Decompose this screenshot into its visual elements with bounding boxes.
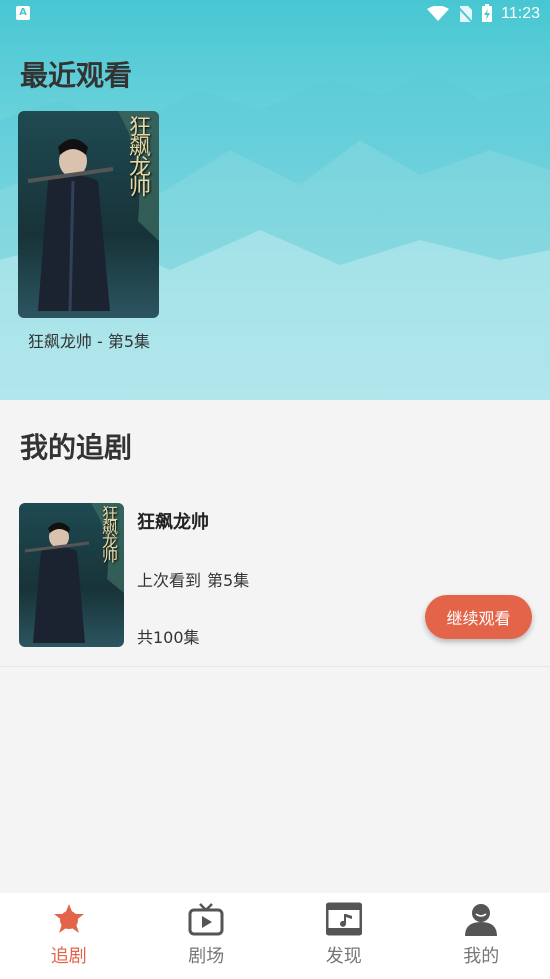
favorites-title: 我的追剧 (20, 431, 133, 464)
continue-watching-button[interactable]: 继续观看 (425, 595, 532, 639)
user-icon (465, 904, 498, 936)
recent-poster[interactable]: 狂飙龙帅 (18, 111, 159, 318)
music-film-icon (325, 902, 362, 936)
last-watched-label: 上次看到 (137, 571, 202, 590)
recent-caption[interactable]: 狂飙龙帅 - 第5集 (0, 328, 178, 352)
tab-label: 追剧 (50, 946, 87, 967)
bottom-tab-bar: 追剧 剧场 发现 我的 (0, 893, 550, 979)
battery-charging-icon (482, 4, 493, 22)
notification-a-icon: A (16, 6, 30, 20)
tab-discover[interactable]: 发现 (275, 893, 413, 979)
last-watched: 上次看到 第5集 (137, 567, 255, 591)
tab-label: 我的 (463, 946, 500, 967)
tv-icon (188, 903, 224, 936)
poster-title-overlay: 狂飙龙帅 (99, 505, 118, 561)
favorite-poster[interactable]: 狂飙龙帅 (19, 503, 124, 647)
recent-title: 最近观看 (20, 59, 133, 92)
list-divider (0, 666, 550, 667)
last-watched-episode: 第5集 (207, 571, 250, 590)
episode-total: 共100集 (137, 628, 200, 647)
tab-mine[interactable]: 我的 (413, 893, 550, 979)
tab-follow[interactable]: 追剧 (0, 893, 138, 979)
status-bar: A 11:23 (0, 0, 550, 28)
status-time: 11:23 (501, 4, 540, 22)
no-sim-icon (457, 5, 473, 23)
star-icon (53, 904, 84, 933)
wifi-icon (427, 5, 450, 21)
poster-title-overlay: 狂飙龙帅 (125, 115, 150, 195)
tab-label: 剧场 (188, 946, 225, 967)
tab-theater[interactable]: 剧场 (138, 893, 276, 979)
tab-label: 发现 (325, 946, 362, 967)
favorite-title[interactable]: 狂飙龙帅 (137, 508, 209, 534)
